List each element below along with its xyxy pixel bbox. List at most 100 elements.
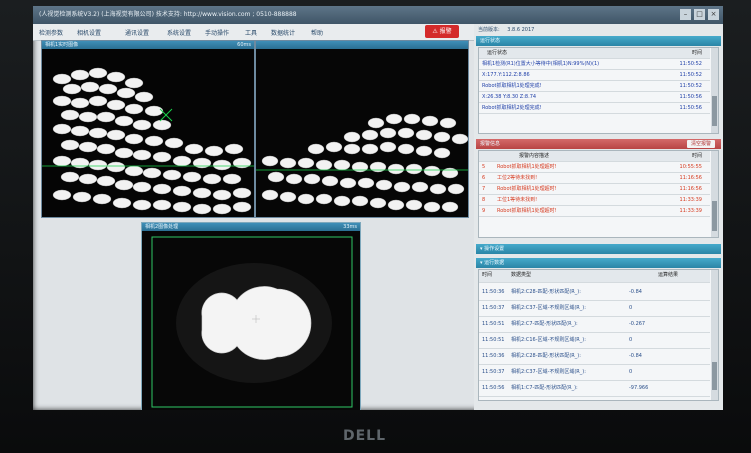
maximize-button[interactable]: □ xyxy=(694,9,705,20)
cell-text: Robot抓取相机1处理超时! xyxy=(497,186,557,192)
cell-time: 11:50:52 xyxy=(679,72,702,78)
status-panel-header: 运行状态 xyxy=(476,36,721,46)
cell-time: 10:55:55 xyxy=(679,164,702,170)
cell-time: 11:50:56 xyxy=(679,94,702,100)
cell-text: 工位2等待未找到! xyxy=(497,175,538,181)
camera-1-image xyxy=(42,49,254,217)
cell-value: -0.84 xyxy=(629,289,642,295)
data-scrollbar[interactable] xyxy=(711,270,718,400)
table-row: 相机1检测(R1)位置大小等待中(相机1)N:99%(N)(1) 11:50:52 xyxy=(479,59,710,70)
cell-value: 0 xyxy=(629,369,633,375)
table-row: X:177.Y:112.Z:8.86 11:50:52 xyxy=(479,70,710,81)
cell-text: X:177.Y:112.Z:8.86 xyxy=(482,72,530,78)
table-row: 11:50:36 相机2:C28-匹配-形状匹配(R_): -0.84 xyxy=(479,349,710,365)
cell-index: 8 xyxy=(482,197,486,203)
table-row: 7 Robot抓取相机1处理超时! 11:16:56 xyxy=(479,184,710,195)
cell-text: X:26.38 Y:8.30 Z:8.74 xyxy=(482,94,537,100)
status-scrollbar[interactable] xyxy=(711,48,718,133)
alarm-button[interactable]: ⚠ 报警 xyxy=(425,25,459,38)
cell-time: 11:50:51 xyxy=(482,337,505,343)
clear-alarm-button[interactable]: 清空报警 xyxy=(686,140,715,148)
cell-type: 相机2:C37-区域-不规则区域(R_): xyxy=(511,369,586,375)
cell-time: 11:16:56 xyxy=(679,175,702,181)
minimize-button[interactable]: – xyxy=(680,9,691,20)
column-header: 时间 xyxy=(691,50,702,56)
cell-index: 6 xyxy=(482,175,486,181)
cell-time: 11:50:36 xyxy=(482,289,505,295)
table-header-row: 报警内容描述 时间 xyxy=(479,151,710,162)
status-panel-title: 运行状态 xyxy=(480,38,501,44)
cell-time: 11:33:39 xyxy=(679,197,702,203)
cell-index: 7 xyxy=(482,186,486,192)
bell-icon: ⚠ xyxy=(432,28,438,35)
cell-time: 11:50:52 xyxy=(679,61,702,67)
cell-index: 9 xyxy=(482,208,486,214)
table-header-row: 时间 数据类型 运算结果 xyxy=(479,270,710,283)
camera-panel-3: 相机2图像处理 33ms xyxy=(141,222,361,410)
scrollbar-thumb[interactable] xyxy=(712,362,717,390)
cell-time: 11:50:52 xyxy=(679,83,702,89)
version-value: 3.8.6 2017 xyxy=(507,27,535,33)
cell-value: 0 xyxy=(629,305,633,311)
alarm-scrollbar[interactable] xyxy=(711,151,718,237)
window-controls: – □ × xyxy=(680,9,719,20)
table-row: 11:50:56 相机1:C7-匹配-形状匹配(R_): -97.966 xyxy=(479,381,710,397)
camera-3-status: 33ms xyxy=(343,224,357,230)
menu-item-statistics[interactable]: 数据统计 xyxy=(271,28,295,37)
alarm-label: 报警 xyxy=(439,28,452,35)
cell-type: 相机2:C16-区域-不规则区域(R_): xyxy=(511,337,586,343)
cell-value: -0.267 xyxy=(629,321,646,327)
camera-1-header: 相机1实时图像 60ms xyxy=(42,41,254,49)
cell-type: 相机2:C37-区域-不规则区域(R_): xyxy=(511,305,586,311)
menu-item-camera-settings[interactable]: 相机设置 xyxy=(77,28,101,37)
camera-3-title: 相机2图像处理 xyxy=(145,224,179,230)
data-panel-header[interactable]: ▾ 运行数据 xyxy=(476,258,721,268)
chevron-down-icon: ▾ xyxy=(480,246,483,252)
camera-1-title: 相机1实时图像 xyxy=(45,42,79,48)
cell-index: 5 xyxy=(482,164,486,170)
cell-type: 相机2:C28-匹配-形状匹配(R_): xyxy=(511,353,581,359)
camera-1-status: 60ms xyxy=(237,42,251,48)
cell-time: 11:50:56 xyxy=(679,105,702,111)
menu-item-tools[interactable]: 工具 xyxy=(245,28,257,37)
cell-time: 11:50:56 xyxy=(482,385,505,391)
data-panel-title: 运行数据 xyxy=(484,260,505,266)
camera-2-header xyxy=(256,41,468,49)
cell-value: 0 xyxy=(629,337,633,343)
table-row: 11:50:37 相机2:C37-区域-不规则区域(R_): 0 xyxy=(479,301,710,317)
cell-time: 11:50:37 xyxy=(482,305,505,311)
version-row: 当前版本: 3.8.6 2017 xyxy=(478,26,534,33)
cell-time: 11:50:37 xyxy=(482,369,505,375)
screen: (人视觉检测系统V3.2) (上海视觉有限公司) 技术支持: http://ww… xyxy=(33,6,723,410)
right-panel: 当前版本: 3.8.6 2017 运行状态 运行状态 时间 相机1检测(R1)位… xyxy=(474,24,723,410)
op-panel-header[interactable]: ▾ 操作设置 xyxy=(476,244,721,254)
alarm-panel-title: 报警信息 xyxy=(480,141,501,147)
column-header: 数据类型 xyxy=(511,272,532,278)
table-header-row: 运行状态 时间 xyxy=(479,48,710,59)
close-button[interactable]: × xyxy=(708,9,719,20)
column-header: 时间 xyxy=(482,272,493,278)
cell-text: Robot抓取相机1处理完成! xyxy=(482,83,542,89)
cell-time: 11:50:51 xyxy=(482,321,505,327)
cell-text: Robot抓取相机1处理超时! xyxy=(497,208,557,214)
scrollbar-thumb[interactable] xyxy=(712,201,717,231)
menu-item-manual-operation[interactable]: 手动操作 xyxy=(205,28,229,37)
version-label: 当前版本: xyxy=(478,27,500,33)
window-title: (人视觉检测系统V3.2) (上海视觉有限公司) 技术支持: http://ww… xyxy=(39,11,297,18)
column-header: 时间 xyxy=(691,153,702,159)
menu-item-detect-params[interactable]: 检测参数 xyxy=(39,28,63,37)
menu-item-help[interactable]: 帮助 xyxy=(311,28,323,37)
cell-text: 相机1检测(R1)位置大小等待中(相机1)N:99%(N)(1) xyxy=(482,61,600,67)
cell-text: Robot抓取相机1处理超时! xyxy=(497,164,557,170)
table-row: 11:50:36 相机2:C28-匹配-形状匹配(R_): -0.84 xyxy=(479,285,710,301)
op-panel-title: 操作设置 xyxy=(484,246,505,252)
chevron-down-icon: ▾ xyxy=(480,260,483,266)
table-row: 11:50:51 相机2:C16-区域-不规则区域(R_): 0 xyxy=(479,333,710,349)
menu-item-system-settings[interactable]: 系统设置 xyxy=(167,28,191,37)
scrollbar-thumb[interactable] xyxy=(712,96,717,126)
dell-logo: DELL xyxy=(343,428,387,444)
column-header: 运行状态 xyxy=(487,50,508,56)
cell-value: -97.966 xyxy=(629,385,649,391)
camera-3-header: 相机2图像处理 33ms xyxy=(142,223,360,231)
menu-item-comm-settings[interactable]: 通讯设置 xyxy=(125,28,149,37)
